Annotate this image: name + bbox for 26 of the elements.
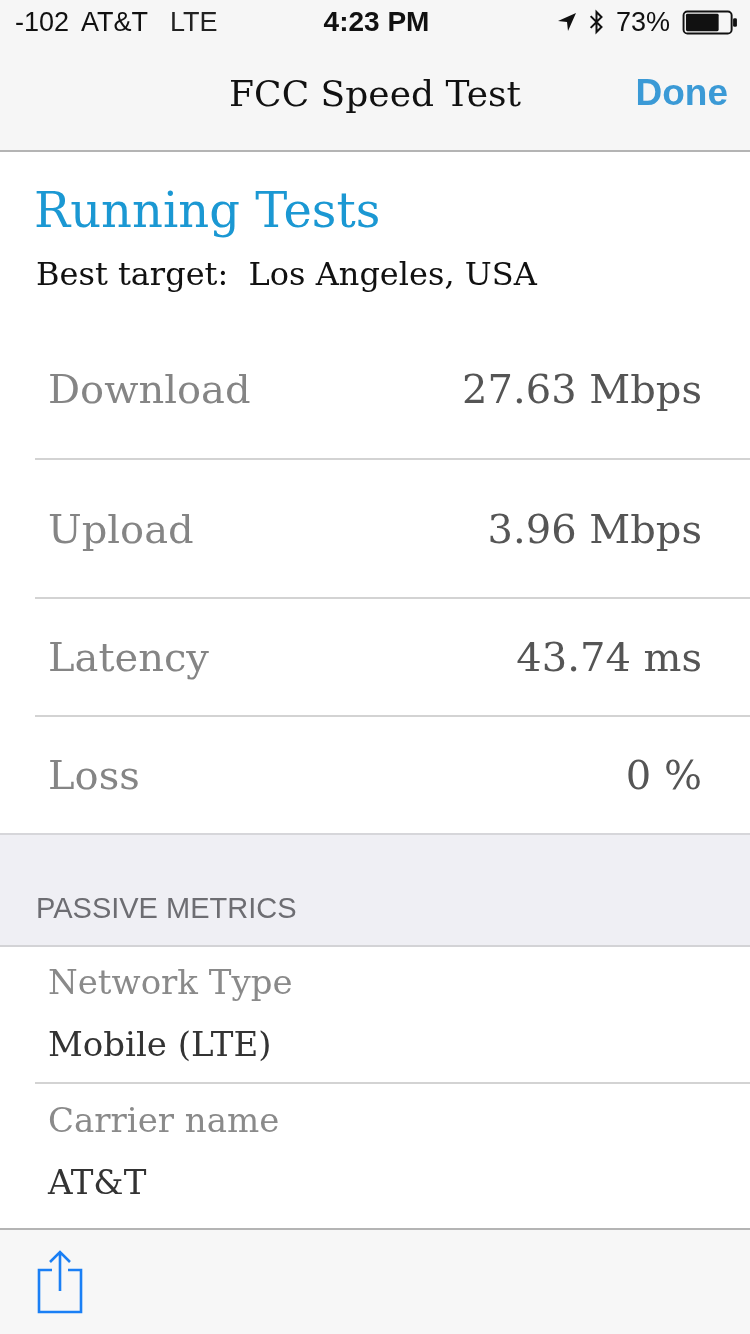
metric-value: 27.63 Mbps	[462, 366, 702, 412]
share-icon[interactable]	[37, 1250, 83, 1314]
metric-value: 43.74 ms	[516, 634, 702, 680]
best-target-text: Best target: Los Angeles, USA	[36, 254, 539, 294]
carrier-name: AT&T	[81, 6, 149, 38]
section-header: PASSIVE METRICS	[36, 892, 297, 925]
metric-label: Upload	[48, 505, 194, 552]
metric-value: Mobile (LTE)	[48, 1022, 273, 1065]
signal-strength: -102	[15, 6, 70, 38]
done-button[interactable]: Done	[635, 72, 728, 114]
network-type: LTE	[170, 6, 218, 38]
screen-title: FCC Speed Test	[229, 72, 521, 114]
metric-value: AT&T	[48, 1160, 148, 1203]
metric-label: Carrier name	[48, 1098, 281, 1141]
metric-label: Network Type	[48, 960, 294, 1003]
bluetooth-icon	[588, 8, 604, 36]
status-time: 4:23 PM	[323, 6, 430, 37]
metric-label: Download	[48, 366, 251, 412]
metric-value: 3.96 Mbps	[487, 505, 702, 552]
metric-label: Loss	[48, 752, 140, 798]
location-arrow-icon	[556, 12, 577, 32]
section-heading: Running Tests	[34, 181, 382, 240]
battery-icon	[682, 9, 738, 35]
metric-value: 0 %	[625, 752, 702, 798]
metric-label: Latency	[48, 634, 209, 680]
battery-percentage: 73%	[615, 6, 670, 38]
